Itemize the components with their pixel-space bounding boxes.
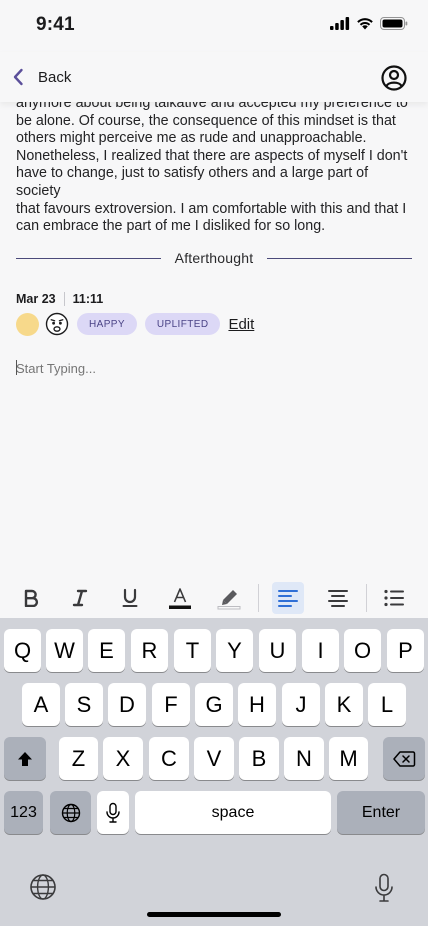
key-p[interactable]: P <box>387 629 424 672</box>
key-i[interactable]: I <box>302 629 339 672</box>
delete-key[interactable] <box>383 737 425 780</box>
mood-color-dot <box>16 312 39 336</box>
format-toolbar <box>0 578 428 618</box>
back-button[interactable]: Back <box>12 62 71 92</box>
key-s[interactable]: S <box>65 683 103 726</box>
text-cursor <box>16 360 17 375</box>
highlight-button[interactable] <box>213 582 245 614</box>
key-b[interactable]: B <box>239 737 279 780</box>
key-l[interactable]: L <box>368 683 406 726</box>
user-profile-icon <box>381 65 407 91</box>
key-d[interactable]: D <box>108 683 146 726</box>
keyboard: Q W E R T Y U I O P A S D F G H J K L Z … <box>0 618 428 926</box>
cellular-signal-icon <box>330 17 350 30</box>
tag-chip-happy[interactable]: HAPPY <box>77 313 137 335</box>
microphone-icon <box>106 802 120 823</box>
key-w[interactable]: W <box>46 629 83 672</box>
key-y[interactable]: Y <box>216 629 253 672</box>
list-icon <box>384 589 404 607</box>
shift-key[interactable] <box>4 737 46 780</box>
highlight-icon <box>217 590 241 610</box>
toolbar-separator <box>258 584 259 612</box>
underline-icon <box>122 588 138 607</box>
edit-link[interactable]: Edit <box>228 316 254 333</box>
afterthought-meta: Mar 23 11:11 <box>16 291 103 307</box>
entry-line: can embrace the part of me I disliked fo… <box>16 218 326 235</box>
globe-key[interactable] <box>50 791 91 834</box>
key-g[interactable]: G <box>195 683 233 726</box>
key-m[interactable]: M <box>329 737 368 780</box>
key-x[interactable]: X <box>103 737 143 780</box>
key-a[interactable]: A <box>22 683 60 726</box>
align-center-button[interactable] <box>322 582 354 614</box>
chevron-left-icon <box>13 68 23 86</box>
tag-chip-uplifted[interactable]: UPLIFTED <box>144 313 221 335</box>
backspace-icon <box>393 750 416 767</box>
meta-separator <box>63 292 65 306</box>
nav-bar: Back <box>0 52 428 102</box>
text-color-icon <box>169 588 191 609</box>
entry-line: have to change, just to satisfy others a… <box>16 165 369 199</box>
status-time: 9:41 <box>36 14 75 35</box>
key-n[interactable]: N <box>284 737 324 780</box>
divider-line <box>16 257 161 259</box>
italic-button[interactable] <box>64 582 96 614</box>
afterthought-time: 11:11 <box>72 292 104 306</box>
globe-icon <box>30 874 56 900</box>
align-left-button[interactable] <box>272 582 304 614</box>
align-left-icon <box>278 590 298 607</box>
text-color-button[interactable] <box>164 582 196 614</box>
entry-body: anymore about being talkative and accept… <box>16 95 412 236</box>
worried-face-icon <box>45 312 69 336</box>
key-o[interactable]: O <box>344 629 381 672</box>
key-r[interactable]: R <box>131 629 168 672</box>
enter-key[interactable]: Enter <box>337 791 425 834</box>
status-bar: 9:41 <box>0 0 428 52</box>
afterthought-divider: Afterthought <box>16 248 412 268</box>
key-h[interactable]: H <box>238 683 276 726</box>
entry-line: Nonetheless, I realized that there are a… <box>16 147 408 164</box>
keyboard-switch-button[interactable] <box>28 872 58 902</box>
key-v[interactable]: V <box>194 737 234 780</box>
afterthought-date: Mar 23 <box>16 292 56 306</box>
key-z[interactable]: Z <box>59 737 98 780</box>
key-e[interactable]: E <box>88 629 125 672</box>
battery-icon <box>380 17 408 30</box>
dictation-key[interactable] <box>97 791 129 834</box>
afterthought-input[interactable] <box>16 358 412 378</box>
space-key[interactable]: space <box>135 791 331 834</box>
shift-icon <box>18 751 32 766</box>
key-j[interactable]: J <box>282 683 320 726</box>
wifi-icon <box>357 18 373 30</box>
bullet-list-button[interactable] <box>378 582 410 614</box>
toolbar-separator <box>366 584 367 612</box>
dictation-button[interactable] <box>372 872 396 904</box>
key-t[interactable]: T <box>174 629 211 672</box>
key-u[interactable]: U <box>259 629 296 672</box>
divider-line <box>267 257 412 259</box>
back-label: Back <box>38 68 72 86</box>
key-c[interactable]: C <box>149 737 189 780</box>
underline-button[interactable] <box>114 582 146 614</box>
divider-label: Afterthought <box>174 250 254 266</box>
microphone-icon <box>375 873 393 902</box>
entry-line: be alone. Of course, the consequence of … <box>16 112 396 129</box>
key-q[interactable]: Q <box>4 629 41 672</box>
key-k[interactable]: K <box>325 683 363 726</box>
numbers-key[interactable]: 123 <box>4 791 43 834</box>
bold-button[interactable] <box>15 582 47 614</box>
mood-row: HAPPY UPLIFTED Edit <box>16 311 254 337</box>
globe-icon <box>61 803 80 822</box>
bold-icon <box>24 589 39 607</box>
key-f[interactable]: F <box>152 683 190 726</box>
entry-line: others might perceive me as rude and una… <box>16 130 367 147</box>
status-icons <box>330 17 408 30</box>
profile-button[interactable] <box>380 64 408 92</box>
entry-line: that favours extroversion. I am comforta… <box>16 200 407 217</box>
align-center-icon <box>328 590 348 607</box>
italic-icon <box>72 589 88 607</box>
home-indicator <box>147 912 281 917</box>
